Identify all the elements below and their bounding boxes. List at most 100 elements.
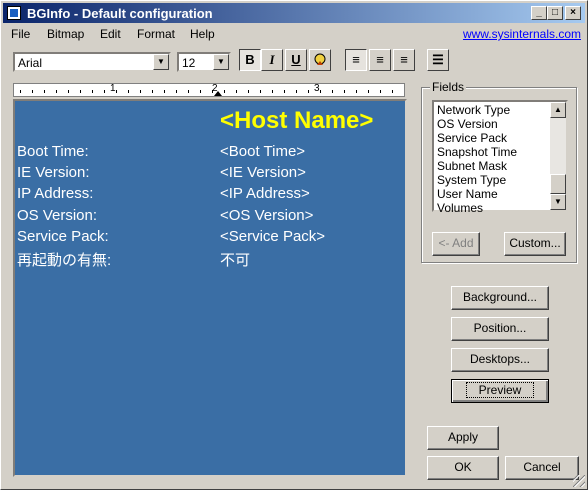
menu-file[interactable]: File bbox=[11, 27, 30, 41]
ruler-tick bbox=[344, 90, 345, 93]
ruler-tick bbox=[380, 90, 381, 93]
apply-button[interactable]: Apply bbox=[427, 426, 499, 450]
ruler-tick bbox=[140, 90, 141, 93]
ruler-tick bbox=[80, 90, 81, 93]
underline-button[interactable]: U bbox=[285, 49, 307, 71]
ruler-tick bbox=[284, 90, 285, 93]
preview-label: Preview bbox=[465, 382, 535, 398]
list-item[interactable]: Volumes bbox=[437, 201, 483, 215]
ruler-tick bbox=[188, 90, 189, 93]
ruler-mark-1: 1 bbox=[110, 83, 116, 94]
resize-grip-icon[interactable] bbox=[573, 475, 585, 487]
ok-button[interactable]: OK bbox=[427, 456, 499, 480]
align-left-button[interactable]: ≡ bbox=[345, 49, 367, 71]
ruler-tick bbox=[92, 90, 93, 93]
ruler-tick bbox=[224, 90, 225, 93]
scroll-down-icon[interactable]: ▼ bbox=[550, 194, 566, 210]
ruler-tick bbox=[44, 90, 45, 93]
menu-bitmap[interactable]: Bitmap bbox=[47, 27, 84, 41]
ruler-tick bbox=[260, 90, 261, 93]
menu-edit[interactable]: Edit bbox=[100, 27, 121, 41]
row-label: Boot Time: bbox=[17, 143, 89, 160]
ruler: 1 2 3 bbox=[13, 83, 405, 97]
maximize-button[interactable]: □ bbox=[547, 6, 563, 20]
row-value: <OS Version> bbox=[220, 207, 314, 224]
ruler-tick bbox=[296, 90, 297, 93]
ruler-tick bbox=[32, 90, 33, 93]
row-value: <Boot Time> bbox=[220, 143, 306, 160]
chevron-down-icon[interactable]: ▼ bbox=[153, 54, 169, 70]
ruler-tick bbox=[104, 90, 105, 93]
font-select[interactable]: Arial ▼ bbox=[13, 52, 171, 72]
ruler-tick bbox=[212, 90, 213, 93]
list-item[interactable]: System Type bbox=[437, 173, 506, 187]
row-value: 不可 bbox=[220, 252, 251, 269]
info-editor[interactable]: <Host Name> Boot Time: <Boot Time> IE Ve… bbox=[13, 99, 407, 477]
row-value: <Service Pack> bbox=[220, 228, 326, 245]
custom-field-button[interactable]: Custom... bbox=[504, 232, 566, 256]
ruler-tick bbox=[332, 90, 333, 93]
fields-list[interactable]: Network Type OS Version Service Pack Sna… bbox=[432, 100, 568, 215]
row-value: <IP Address> bbox=[220, 185, 310, 202]
position-button[interactable]: Position... bbox=[451, 317, 549, 341]
desktops-button[interactable]: Desktops... bbox=[451, 348, 549, 372]
ruler-tick bbox=[128, 90, 129, 93]
fields-scrollbar[interactable]: ▲ ▼ bbox=[550, 102, 566, 210]
font-value: Arial bbox=[18, 56, 43, 70]
cancel-button[interactable]: Cancel bbox=[505, 456, 579, 480]
window-title: BGInfo - Default configuration bbox=[27, 6, 213, 21]
minimize-button[interactable]: _ bbox=[531, 6, 547, 20]
row-label: 再起動の有無: bbox=[17, 252, 112, 269]
ruler-tick bbox=[236, 90, 237, 93]
row-label: IE Version: bbox=[17, 164, 90, 181]
ruler-tick bbox=[20, 90, 21, 93]
preview-button[interactable]: Preview bbox=[451, 379, 549, 403]
scroll-up-icon[interactable]: ▲ bbox=[550, 102, 566, 118]
fields-group: Fields Network Type OS Version Service P… bbox=[421, 80, 577, 263]
font-size-select[interactable]: 12 ▼ bbox=[177, 52, 231, 72]
list-item[interactable]: OS Version bbox=[437, 117, 498, 131]
ruler-tick bbox=[356, 90, 357, 93]
align-right-button[interactable]: ≡ bbox=[393, 49, 415, 71]
row-value: <IE Version> bbox=[220, 164, 306, 181]
menu-help[interactable]: Help bbox=[190, 27, 215, 41]
host-name-field: <Host Name> bbox=[220, 107, 374, 134]
list-item[interactable]: Service Pack bbox=[437, 131, 507, 145]
bginfo-app-icon bbox=[7, 6, 21, 20]
italic-button[interactable]: I bbox=[261, 49, 283, 71]
row-label: IP Address: bbox=[17, 185, 94, 202]
list-item[interactable]: User Name bbox=[437, 187, 498, 201]
ruler-tick bbox=[392, 90, 393, 93]
image-icon bbox=[314, 53, 326, 65]
format-toolbar: Arial ▼ 12 ▼ B I U ≡ ≡ ≡ ☰ bbox=[3, 46, 585, 74]
ruler-tick bbox=[56, 90, 57, 93]
menu-bar: File Bitmap Edit Format Help www.sysinte… bbox=[3, 24, 585, 44]
ruler-tick bbox=[116, 90, 117, 93]
close-button[interactable]: × bbox=[565, 6, 581, 20]
ruler-tick bbox=[164, 90, 165, 93]
list-item[interactable]: Subnet Mask bbox=[437, 159, 507, 173]
indent-marker-icon[interactable] bbox=[214, 91, 222, 96]
bullets-button[interactable]: ☰ bbox=[427, 49, 449, 71]
menu-format[interactable]: Format bbox=[137, 27, 175, 41]
ruler-tick bbox=[248, 90, 249, 93]
font-size-value: 12 bbox=[182, 56, 196, 70]
ruler-tick bbox=[368, 90, 369, 93]
sysinternals-link[interactable]: www.sysinternals.com bbox=[463, 27, 581, 41]
list-item[interactable]: Network Type bbox=[437, 103, 510, 117]
ruler-mark-3: 3 bbox=[314, 83, 320, 94]
background-button[interactable]: Background... bbox=[451, 286, 549, 310]
insert-image-button[interactable] bbox=[309, 49, 331, 71]
add-field-button[interactable]: <- Add bbox=[432, 232, 480, 256]
list-item[interactable]: Snapshot Time bbox=[437, 145, 517, 159]
row-label: Service Pack: bbox=[17, 228, 109, 245]
align-center-button[interactable]: ≡ bbox=[369, 49, 391, 71]
title-bar[interactable]: BGInfo - Default configuration _ □ × bbox=[3, 3, 585, 23]
scroll-thumb[interactable] bbox=[550, 174, 566, 194]
ruler-tick bbox=[320, 90, 321, 93]
bold-button[interactable]: B bbox=[239, 49, 261, 71]
row-label: OS Version: bbox=[17, 207, 98, 224]
ruler-tick bbox=[176, 90, 177, 93]
ruler-tick bbox=[68, 90, 69, 93]
chevron-down-icon[interactable]: ▼ bbox=[213, 54, 229, 70]
